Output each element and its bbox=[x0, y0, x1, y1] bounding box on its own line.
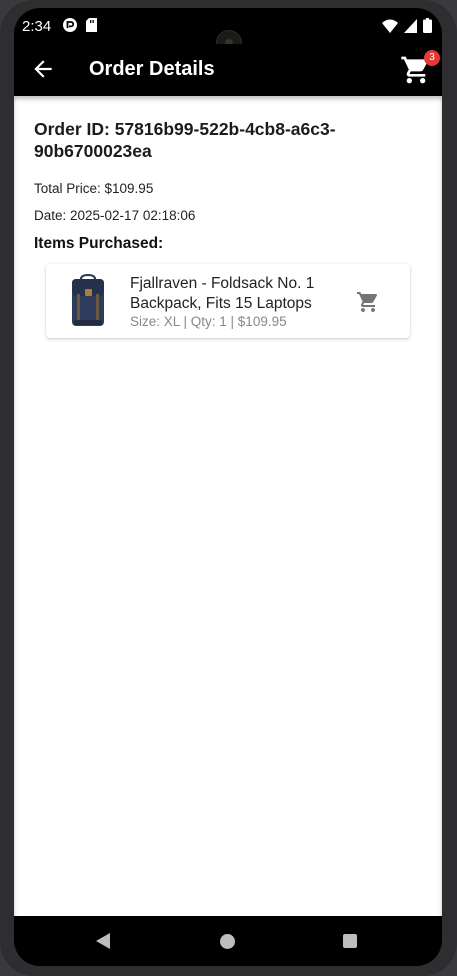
sd-card-icon bbox=[86, 18, 97, 32]
status-time: 2:34 bbox=[22, 18, 52, 35]
status-right-icons bbox=[382, 18, 432, 33]
backpack-image bbox=[72, 274, 104, 326]
app-bar: Order Details 3 bbox=[14, 44, 442, 96]
system-navigation-bar bbox=[14, 916, 442, 966]
battery-icon bbox=[423, 18, 432, 33]
purchased-item-card[interactable]: Fjallraven - Foldsack No. 1 Backpack, Fi… bbox=[46, 264, 410, 338]
order-date: Date: 2025-02-17 02:18:06 bbox=[34, 208, 196, 223]
pocket-casts-icon bbox=[63, 18, 77, 32]
total-price: Total Price: $109.95 bbox=[34, 181, 154, 196]
back-arrow-icon[interactable] bbox=[30, 56, 56, 82]
item-details: Size: XL | Qty: 1 | $109.95 bbox=[130, 314, 287, 329]
device-frame: 2:34 Order Details 3 Order ID: 57816b99-… bbox=[0, 0, 457, 976]
signal-icon bbox=[404, 18, 417, 33]
nav-recents-icon[interactable] bbox=[343, 934, 357, 948]
cart-badge: 3 bbox=[424, 50, 440, 66]
shopping-cart-icon[interactable] bbox=[356, 290, 380, 314]
items-purchased-heading: Items Purchased: bbox=[34, 235, 164, 252]
nav-home-icon[interactable] bbox=[220, 934, 235, 949]
screen: 2:34 Order Details 3 Order ID: 57816b99-… bbox=[14, 8, 442, 966]
wifi-icon bbox=[382, 19, 398, 33]
nav-back-icon[interactable] bbox=[94, 932, 112, 950]
status-left-icons bbox=[62, 17, 98, 33]
item-name: Fjallraven - Foldsack No. 1 Backpack, Fi… bbox=[130, 275, 315, 312]
order-id: Order ID: 57816b99-522b-4cb8-a6c3-90b670… bbox=[34, 119, 336, 161]
order-details-content: Order ID: 57816b99-522b-4cb8-a6c3-90b670… bbox=[14, 96, 442, 916]
page-title: Order Details bbox=[89, 58, 215, 80]
